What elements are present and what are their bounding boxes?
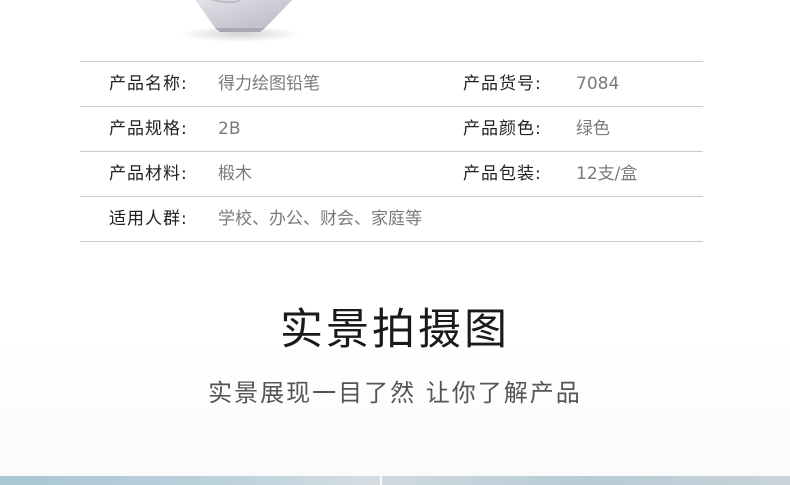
spec-label-product-name: 产品名称: bbox=[109, 74, 188, 94]
real-photo-left bbox=[0, 476, 380, 485]
section-title: 实景拍摄图 bbox=[280, 305, 510, 355]
spec-value-package: 12支/盒 bbox=[576, 164, 638, 184]
spec-label-grade: 产品规格: bbox=[109, 119, 188, 139]
spec-label-sku: 产品货号: bbox=[463, 74, 542, 94]
spec-row-name-sku: 产品名称: 得力绘图铅笔 产品货号: 7084 bbox=[80, 62, 703, 107]
spec-value-grade: 2B bbox=[218, 119, 241, 139]
spec-label-audience: 适用人群: bbox=[109, 209, 188, 229]
spec-value-audience: 学校、办公、财会、家庭等 bbox=[218, 209, 422, 229]
spec-value-product-name: 得力绘图铅笔 bbox=[218, 74, 320, 94]
spec-value-color: 绿色 bbox=[576, 119, 610, 139]
spec-value-material: 椴木 bbox=[218, 164, 252, 184]
real-photo-strip bbox=[0, 476, 790, 485]
spec-row-material-package: 产品材料: 椴木 产品包装: 12支/盒 bbox=[80, 152, 703, 197]
spec-value-sku: 7084 bbox=[576, 74, 620, 94]
spec-label-color: 产品颜色: bbox=[463, 119, 542, 139]
section-subtitle: 实景展现一目了然 让你了解产品 bbox=[208, 379, 582, 407]
spec-label-package: 产品包装: bbox=[463, 164, 542, 184]
spec-label-material: 产品材料: bbox=[109, 164, 188, 184]
spec-row-grade-color: 产品规格: 2B 产品颜色: 绿色 bbox=[80, 107, 703, 152]
product-spec-table: 产品名称: 得力绘图铅笔 产品货号: 7084 产品规格: 2B 产品颜色: 绿… bbox=[80, 61, 703, 242]
real-photo-right bbox=[382, 476, 790, 485]
product-box-image bbox=[180, 0, 300, 42]
spec-row-audience: 适用人群: 学校、办公、财会、家庭等 bbox=[80, 197, 703, 242]
